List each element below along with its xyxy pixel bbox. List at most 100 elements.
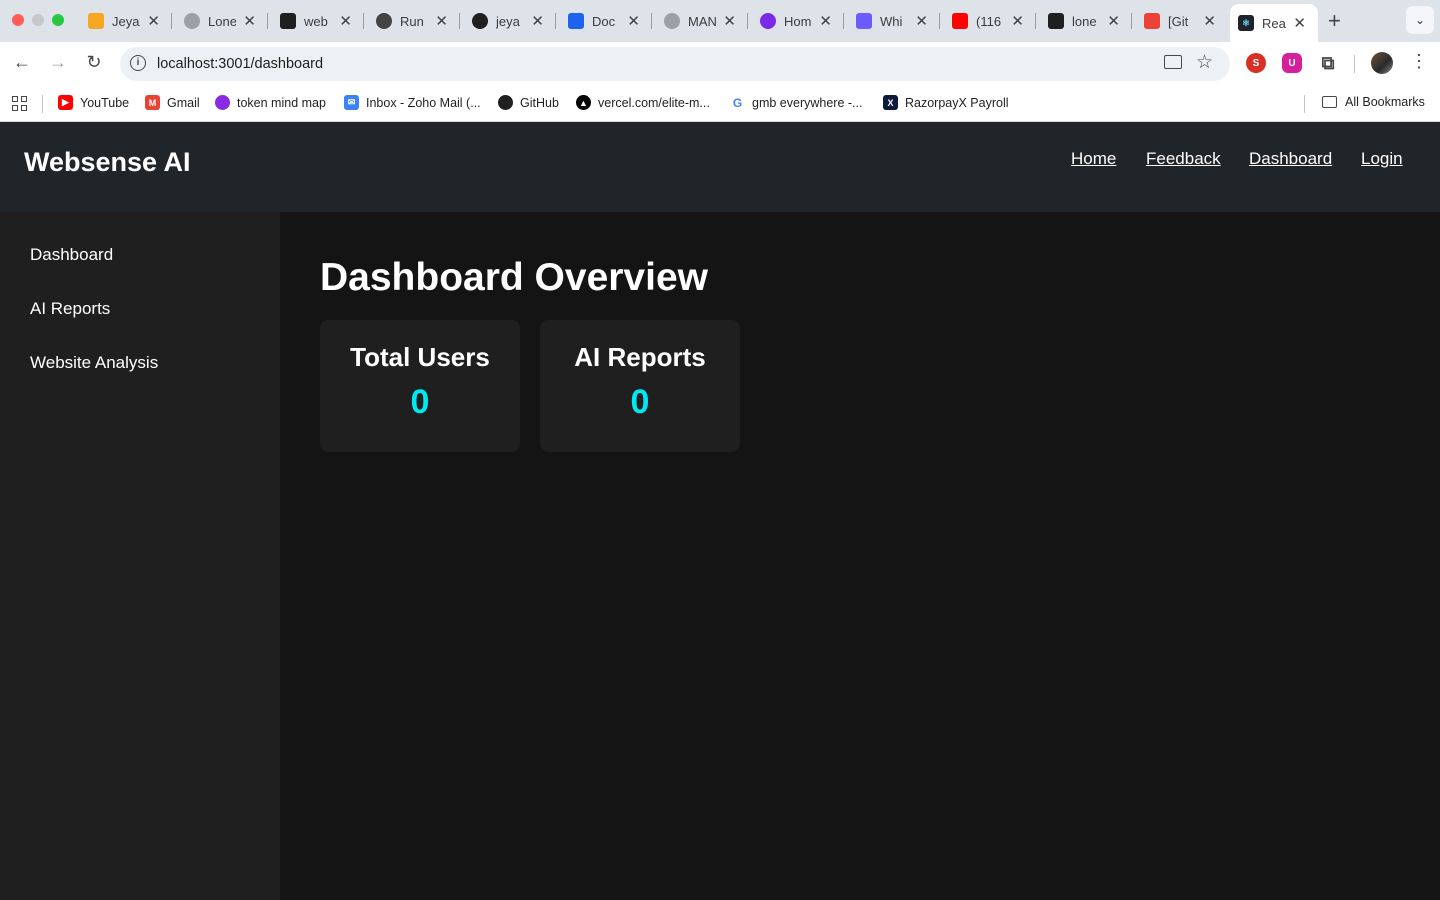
browser-tab[interactable]: Whi ✕: [848, 6, 940, 36]
sidebar-item-ai-reports[interactable]: AI Reports: [30, 299, 110, 319]
close-icon[interactable]: ✕: [1011, 12, 1024, 30]
bookmark-vercel[interactable]: ▲ vercel.com/elite-m...: [576, 95, 710, 110]
profile-avatar[interactable]: [1371, 52, 1393, 74]
sidebar: Dashboard AI Reports Website Analysis: [0, 212, 280, 900]
tab-title: Hom: [784, 13, 812, 29]
browser-tab[interactable]: MAN ✕: [656, 6, 748, 36]
browser-tab-active[interactable]: ⚛ Rea ✕: [1230, 4, 1318, 42]
tab-search-button[interactable]: ⌄: [1406, 6, 1434, 34]
browser-tab[interactable]: lone ✕: [1040, 6, 1132, 36]
maximize-window-button[interactable]: [52, 14, 64, 26]
google-icon: G: [730, 95, 745, 110]
tab-title: MAN: [688, 13, 716, 29]
react-icon: ⚛: [1238, 15, 1254, 31]
tab-title: Lone: [208, 13, 236, 29]
bookmark-gmail[interactable]: M Gmail: [145, 95, 200, 110]
browser-tab[interactable]: Hom ✕: [752, 6, 844, 36]
stat-card-value: 0: [410, 383, 430, 421]
gmail-icon: [1144, 13, 1160, 29]
browser-tab[interactable]: Doc ✕: [560, 6, 652, 36]
openai-icon: [376, 13, 392, 29]
github-icon: [472, 13, 488, 29]
bookmark-gmb-everywhere[interactable]: G gmb everywhere -...: [730, 95, 862, 110]
bookmark-razorpayx[interactable]: X RazorpayX Payroll: [883, 95, 1009, 110]
close-icon[interactable]: ✕: [1203, 12, 1216, 30]
browser-tab[interactable]: Lone ✕: [176, 6, 268, 36]
bookmark-github[interactable]: GitHub: [498, 95, 559, 110]
browser-tab[interactable]: web ✕: [272, 6, 364, 36]
bookmark-zoho-mail[interactable]: ✉ Inbox - Zoho Mail (...: [344, 95, 481, 110]
forward-icon[interactable]: →: [46, 52, 70, 73]
sidebar-item-dashboard[interactable]: Dashboard: [30, 245, 113, 265]
heart-favicon-icon: [856, 13, 872, 29]
github-icon: [498, 95, 513, 110]
stat-card-value: 0: [630, 383, 650, 421]
ublock-extension-icon[interactable]: U: [1282, 53, 1302, 73]
browser-toolbar: ← → ↻ i localhost:3001/dashboard ☆ S U ⧉…: [0, 42, 1440, 86]
vercel-icon: ▲: [576, 95, 591, 110]
all-bookmarks-button[interactable]: All Bookmarks: [1322, 95, 1425, 109]
jeya-favicon-icon: [88, 13, 104, 29]
lone-favicon-icon: [1048, 13, 1064, 29]
new-tab-button[interactable]: +: [1328, 8, 1341, 34]
bookmark-star-icon[interactable]: ☆: [1196, 51, 1213, 74]
tab-title: [Git: [1168, 13, 1189, 29]
browser-tab[interactable]: (116 ✕: [944, 6, 1036, 36]
close-icon[interactable]: ✕: [1293, 14, 1306, 32]
sidebar-item-website-analysis[interactable]: Website Analysis: [30, 353, 158, 373]
web-favicon-icon: [280, 13, 296, 29]
stat-card-label: Total Users: [350, 342, 490, 372]
back-icon[interactable]: ←: [10, 52, 34, 73]
extensions-puzzle-icon[interactable]: ⧉: [1318, 53, 1338, 73]
browser-tab[interactable]: jeya ✕: [464, 6, 556, 36]
main-content: Dashboard Overview Total Users 0 AI Repo…: [280, 212, 1440, 900]
browser-tab-strip: Jeya ✕ Lone ✕ web ✕ Run ✕ jeya ✕ Doc ✕ M…: [0, 0, 1440, 42]
close-icon[interactable]: ✕: [339, 12, 352, 30]
more-menu-icon[interactable]: ⋮: [1410, 51, 1428, 72]
mindmap-icon: [215, 95, 230, 110]
youtube-icon: [952, 13, 968, 29]
bookmark-youtube[interactable]: ▶ YouTube: [58, 95, 129, 110]
close-window-button[interactable]: [12, 14, 24, 26]
address-bar[interactable]: i localhost:3001/dashboard ☆: [120, 47, 1230, 81]
nav-dashboard-link[interactable]: Dashboard: [1249, 149, 1332, 169]
reload-icon[interactable]: ↻: [82, 52, 106, 73]
apps-grid-icon[interactable]: [12, 96, 27, 111]
close-icon[interactable]: ✕: [1107, 12, 1120, 30]
globe-icon: [664, 13, 680, 29]
close-icon[interactable]: ✕: [147, 12, 160, 30]
stat-card-total-users: Total Users 0: [320, 320, 520, 452]
close-icon[interactable]: ✕: [243, 12, 256, 30]
docker-icon: [568, 13, 584, 29]
seo-extension-icon[interactable]: S: [1246, 53, 1266, 73]
minimize-window-button[interactable]: [32, 14, 44, 26]
close-icon[interactable]: ✕: [627, 12, 640, 30]
stat-card-ai-reports: AI Reports 0: [540, 320, 740, 452]
page-title: Dashboard Overview: [320, 256, 708, 299]
tab-title: Doc: [592, 13, 616, 29]
close-icon[interactable]: ✕: [915, 12, 928, 30]
close-icon[interactable]: ✕: [819, 12, 832, 30]
url-text[interactable]: localhost:3001/dashboard: [157, 56, 323, 72]
close-icon[interactable]: ✕: [435, 12, 448, 30]
tab-title: web: [304, 13, 328, 29]
browser-tab[interactable]: [Git ✕: [1136, 6, 1228, 36]
tab-title: Rea: [1262, 15, 1286, 31]
browser-tab[interactable]: Run ✕: [368, 6, 460, 36]
nav-home-link[interactable]: Home: [1071, 149, 1116, 169]
nav-feedback-link[interactable]: Feedback: [1146, 149, 1221, 169]
nav-login-link[interactable]: Login: [1361, 149, 1403, 169]
brand-logo[interactable]: Websense AI: [24, 147, 191, 178]
tab-title: Run: [400, 13, 424, 29]
tab-title: (116: [976, 13, 1002, 29]
zoho-mail-icon: ✉: [344, 95, 359, 110]
gmail-icon: M: [145, 95, 160, 110]
browser-tab[interactable]: Jeya ✕: [80, 6, 172, 36]
site-info-icon[interactable]: i: [130, 55, 146, 71]
bookmark-token-mind-map[interactable]: token mind map: [215, 95, 326, 110]
install-app-icon[interactable]: [1164, 55, 1182, 69]
close-icon[interactable]: ✕: [723, 12, 736, 30]
close-icon[interactable]: ✕: [531, 12, 544, 30]
razorpay-icon: X: [883, 95, 898, 110]
app-header: Websense AI Home Feedback Dashboard Logi…: [0, 122, 1440, 212]
